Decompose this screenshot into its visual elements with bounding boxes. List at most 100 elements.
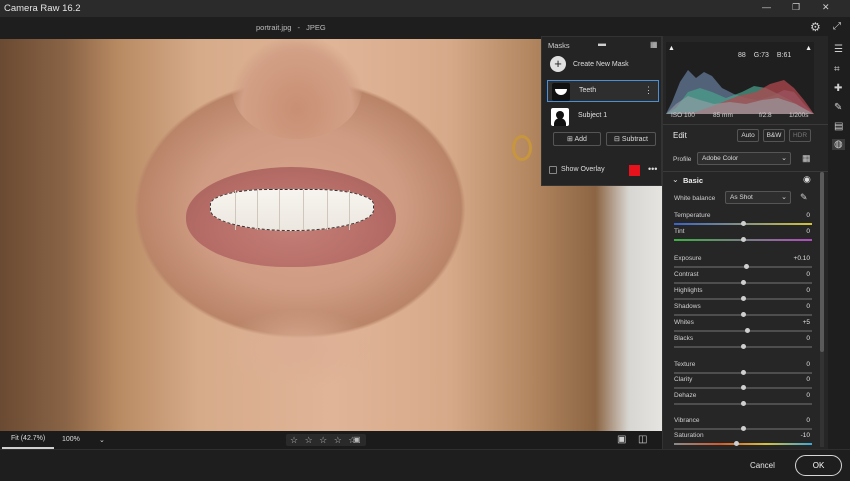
- gear-icon[interactable]: ⚙: [810, 20, 821, 34]
- grid-view-icon[interactable]: ▦: [650, 40, 658, 49]
- zoom-100-button[interactable]: 100%: [62, 436, 80, 443]
- create-new-mask-button[interactable]: + Create New Mask: [547, 55, 659, 75]
- shutter-value: 1/200s: [789, 112, 809, 119]
- slider-thumb[interactable]: [741, 426, 746, 431]
- slider-value[interactable]: 0: [806, 212, 810, 219]
- white-balance-label: White balance: [674, 195, 716, 202]
- slider-value[interactable]: 0: [806, 417, 810, 424]
- slider-track[interactable]: [674, 443, 812, 445]
- slider-value[interactable]: 0: [806, 335, 810, 342]
- profile-dropdown[interactable]: Adobe Color ⌄: [697, 152, 791, 165]
- slider-whites[interactable]: Whites +5: [672, 319, 812, 335]
- file-name-label: portrait.jpg - JPEG: [256, 23, 326, 32]
- slider-value[interactable]: +0.10: [794, 255, 810, 262]
- hdr-button[interactable]: HDR: [789, 129, 811, 142]
- star-rating[interactable]: ☆ ☆ ☆ ☆ ☆ ▣: [286, 434, 366, 446]
- eyedropper-icon[interactable]: ✎: [800, 192, 808, 203]
- slider-exposure[interactable]: Exposure +0.10: [672, 255, 812, 271]
- slider-label: Exposure: [674, 255, 702, 262]
- maximize-icon[interactable]: ❐: [792, 2, 800, 13]
- teeth-mask-selection: [210, 189, 374, 231]
- slider-value[interactable]: +5: [803, 319, 810, 326]
- slider-value[interactable]: 0: [806, 228, 810, 235]
- slider-blacks[interactable]: Blacks 0: [672, 335, 812, 351]
- profile-value: Adobe Color: [702, 155, 739, 162]
- ok-button[interactable]: OK: [795, 455, 842, 476]
- slider-tint[interactable]: Tint 0: [672, 228, 812, 244]
- slider-thumb[interactable]: [741, 401, 746, 406]
- masking-icon[interactable]: ◍: [832, 139, 845, 150]
- title-bar: Camera Raw 16.2 — ❐ ✕: [0, 0, 850, 17]
- slider-vibrance[interactable]: Vibrance 0: [672, 417, 812, 433]
- filmstrip-icon[interactable]: ▣: [353, 434, 363, 446]
- minimize-icon[interactable]: —: [762, 2, 771, 12]
- mask-item-teeth[interactable]: Teeth ⋮: [547, 80, 659, 102]
- crop-icon[interactable]: ⌗: [834, 64, 840, 75]
- slider-thumb[interactable]: [745, 328, 751, 333]
- slider-saturation[interactable]: Saturation -10: [672, 432, 812, 448]
- slider-dehaze[interactable]: Dehaze 0: [672, 392, 812, 408]
- white-balance-dropdown[interactable]: As Shot ⌄: [725, 191, 791, 204]
- slider-thumb[interactable]: [741, 370, 746, 375]
- slider-value[interactable]: 0: [806, 376, 810, 383]
- slider-clarity[interactable]: Clarity 0: [672, 376, 812, 392]
- slider-thumb[interactable]: [741, 385, 746, 390]
- profile-label: Profile: [673, 156, 692, 163]
- slider-thumb[interactable]: [734, 441, 740, 446]
- zoom-dropdown-icon[interactable]: ⌄: [99, 436, 105, 444]
- close-icon[interactable]: ✕: [822, 2, 830, 13]
- slider-track[interactable]: [674, 330, 812, 332]
- healing-icon[interactable]: ✚: [834, 83, 842, 94]
- rating-stars[interactable]: ☆ ☆ ☆ ☆ ☆: [290, 435, 358, 445]
- overlay-color-swatch[interactable]: [629, 165, 640, 176]
- fullscreen-icon[interactable]: ⤢: [833, 21, 841, 32]
- slider-temperature[interactable]: Temperature 0: [672, 212, 812, 228]
- before-after-icon[interactable]: ◫: [638, 434, 647, 445]
- add-mask-button[interactable]: ⊞ Add: [553, 132, 601, 146]
- basic-collapse-icon[interactable]: ⌄: [672, 175, 679, 184]
- more-options-icon[interactable]: ⋮: [644, 85, 653, 96]
- compare-view-icon[interactable]: ▣: [617, 434, 626, 445]
- panel-drag-handle-icon[interactable]: ▬: [598, 39, 606, 48]
- slider-thumb[interactable]: [741, 312, 746, 317]
- file-separator: -: [297, 23, 301, 32]
- panel-scrollbar[interactable]: [820, 172, 824, 447]
- slider-value[interactable]: 0: [806, 392, 810, 399]
- slider-value[interactable]: 0: [806, 271, 810, 278]
- file-format: JPEG: [306, 23, 326, 32]
- slider-texture[interactable]: Texture 0: [672, 361, 812, 377]
- visibility-eye-icon[interactable]: ◉: [803, 174, 811, 185]
- slider-contrast[interactable]: Contrast 0: [672, 271, 812, 287]
- show-overlay-checkbox[interactable]: [549, 166, 557, 174]
- brush-icon[interactable]: ✎: [834, 102, 842, 113]
- auto-button[interactable]: Auto: [737, 129, 759, 142]
- slider-value[interactable]: 0: [806, 303, 810, 310]
- slider-thumb[interactable]: [741, 237, 746, 242]
- slider-label: Saturation: [674, 432, 704, 439]
- slider-value[interactable]: 0: [806, 361, 810, 368]
- subtract-mask-button[interactable]: ⊟ Subtract: [606, 132, 656, 146]
- slider-thumb[interactable]: [741, 221, 746, 226]
- fit-zoom-button[interactable]: Fit (42.7%): [2, 431, 55, 449]
- iso-value: ISO 100: [671, 112, 695, 119]
- mask-item-subject[interactable]: Subject 1: [547, 106, 659, 128]
- slider-value[interactable]: -10: [801, 432, 810, 439]
- slider-thumb[interactable]: [741, 280, 746, 285]
- slider-highlights[interactable]: Highlights 0: [672, 287, 812, 303]
- tool-rail: ☰ ⌗ ✚ ✎ ▤ ◍: [828, 36, 850, 449]
- blue-value: 61: [783, 52, 792, 59]
- chin-region: [220, 309, 380, 389]
- slider-value[interactable]: 0: [806, 287, 810, 294]
- basic-section-title[interactable]: Basic: [683, 176, 703, 185]
- edit-sliders-icon[interactable]: ☰: [834, 44, 843, 55]
- slider-shadows[interactable]: Shadows 0: [672, 303, 812, 319]
- slider-thumb[interactable]: [743, 264, 749, 269]
- profile-browser-icon[interactable]: ▦: [802, 153, 811, 164]
- slider-thumb[interactable]: [741, 296, 746, 301]
- cancel-button[interactable]: Cancel: [750, 461, 775, 470]
- overlay-more-icon[interactable]: •••: [648, 164, 657, 174]
- bw-button[interactable]: B&W: [763, 129, 785, 142]
- slider-label: Highlights: [674, 287, 703, 294]
- slider-thumb[interactable]: [741, 344, 746, 349]
- layers-icon[interactable]: ▤: [834, 121, 843, 132]
